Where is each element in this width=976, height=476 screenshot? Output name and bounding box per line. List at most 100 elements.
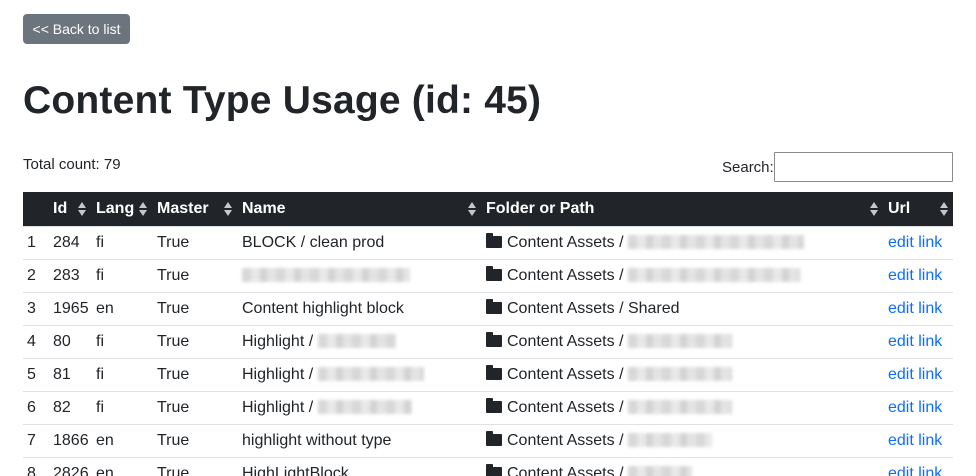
row-folder-text: Content Assets / — [507, 431, 628, 449]
row-name: BLOCK / clean prod — [237, 226, 481, 259]
folder-icon — [486, 430, 502, 446]
folder-icon — [486, 331, 502, 347]
table-row: 2 283 fi True Content Assets / edit link — [23, 259, 953, 292]
row-url: edit link — [883, 292, 953, 325]
row-lang: en — [96, 431, 114, 449]
redacted-text — [317, 399, 412, 414]
row-master: True — [157, 365, 190, 383]
redacted-text — [627, 234, 804, 249]
row-id: 1965 — [53, 299, 89, 317]
row-folder: Content Assets / — [481, 457, 883, 476]
row-folder-text: Content Assets / — [507, 398, 628, 416]
row-folder: Content Assets / — [481, 325, 883, 358]
redacted-text — [627, 432, 712, 447]
edit-link[interactable]: edit link — [888, 432, 942, 449]
row-master: True — [157, 431, 190, 449]
row-name-text: BLOCK / clean prod — [242, 233, 385, 251]
column-header-url[interactable]: Url — [883, 192, 953, 226]
sort-icon[interactable] — [870, 201, 878, 217]
row-id: 82 — [53, 398, 71, 416]
column-header-master[interactable]: Master — [152, 192, 237, 226]
table-row: 3 1965 en True Content highlight block C… — [23, 292, 953, 325]
column-header-id[interactable]: Id — [48, 192, 91, 226]
row-name-text: highlight without type — [242, 431, 392, 449]
row-folder-text: Content Assets / Shared — [507, 299, 680, 317]
redacted-text — [627, 399, 732, 414]
sort-icon[interactable] — [139, 201, 147, 217]
edit-link[interactable]: edit link — [888, 366, 942, 383]
row-master: True — [157, 299, 190, 317]
table-row: 6 82 fi True Highlight / Content Assets … — [23, 391, 953, 424]
row-name-text: Highlight / — [242, 365, 318, 383]
column-header-folder[interactable]: Folder or Path — [481, 192, 883, 226]
edit-link[interactable]: edit link — [888, 267, 942, 284]
row-lang: en — [96, 464, 114, 476]
table-body: 1 284 fi True BLOCK / clean prod Content… — [23, 226, 953, 476]
row-master: True — [157, 464, 190, 476]
row-folder: Content Assets / — [481, 259, 883, 292]
row-folder-text: Content Assets / — [507, 266, 628, 284]
redacted-text — [627, 267, 800, 282]
edit-link[interactable]: edit link — [888, 234, 942, 251]
row-url: edit link — [883, 391, 953, 424]
row-id: 1866 — [53, 431, 89, 449]
search-input[interactable] — [774, 152, 953, 182]
row-index: 7 — [27, 431, 36, 449]
row-name: highlight without type — [237, 424, 481, 457]
row-id: 284 — [53, 233, 80, 251]
column-header-lang[interactable]: Lang — [91, 192, 152, 226]
column-header-name[interactable]: Name — [237, 192, 481, 226]
edit-link[interactable]: edit link — [888, 333, 942, 350]
search-label: Search: — [722, 159, 774, 176]
folder-icon — [486, 364, 502, 380]
table-header: Id Lang Master Name Folder or Path Url — [23, 192, 953, 226]
sort-icon[interactable] — [78, 201, 86, 217]
row-name-text: HighLightBlock — [242, 464, 349, 476]
row-name — [237, 259, 481, 292]
row-name-text: Content highlight block — [242, 299, 404, 317]
redacted-text — [627, 333, 732, 348]
page: << Back to list Content Type Usage (id: … — [0, 0, 976, 476]
redacted-text — [627, 366, 732, 381]
row-folder-text: Content Assets / — [507, 233, 628, 251]
row-id: 283 — [53, 266, 80, 284]
row-index: 6 — [27, 398, 36, 416]
total-count: Total count: 79 — [23, 156, 121, 173]
redacted-text — [242, 267, 410, 282]
row-folder: Content Assets / — [481, 391, 883, 424]
row-index: 2 — [27, 266, 36, 284]
sort-icon[interactable] — [468, 201, 476, 217]
row-url: edit link — [883, 457, 953, 476]
row-lang: fi — [96, 332, 104, 350]
row-folder-text: Content Assets / — [507, 365, 628, 383]
row-master: True — [157, 332, 190, 350]
redacted-text — [317, 333, 396, 348]
folder-icon — [486, 463, 502, 476]
row-folder: Content Assets / — [481, 226, 883, 259]
row-url: edit link — [883, 226, 953, 259]
usage-table: Id Lang Master Name Folder or Path Url 1… — [23, 192, 953, 476]
row-name: Highlight / — [237, 358, 481, 391]
table-row: 7 1866 en True highlight without type Co… — [23, 424, 953, 457]
row-name: Highlight / — [237, 391, 481, 424]
back-to-list-button[interactable]: << Back to list — [23, 14, 130, 44]
sort-icon[interactable] — [224, 201, 232, 217]
folder-icon — [486, 298, 502, 314]
edit-link[interactable]: edit link — [888, 300, 942, 317]
row-folder: Content Assets / — [481, 358, 883, 391]
column-header-index — [23, 192, 48, 226]
sort-icon[interactable] — [940, 201, 948, 217]
edit-link[interactable]: edit link — [888, 465, 942, 476]
row-url: edit link — [883, 259, 953, 292]
row-folder: Content Assets / — [481, 424, 883, 457]
table-row: 4 80 fi True Highlight / Content Assets … — [23, 325, 953, 358]
table-row: 8 2826 en True HighLightBlock Content As… — [23, 457, 953, 476]
edit-link[interactable]: edit link — [888, 399, 942, 416]
row-name: HighLightBlock — [237, 457, 481, 476]
row-index: 3 — [27, 299, 36, 317]
row-index: 1 — [27, 233, 36, 251]
row-master: True — [157, 266, 190, 284]
row-index: 8 — [27, 464, 36, 476]
row-lang: fi — [96, 365, 104, 383]
row-url: edit link — [883, 325, 953, 358]
